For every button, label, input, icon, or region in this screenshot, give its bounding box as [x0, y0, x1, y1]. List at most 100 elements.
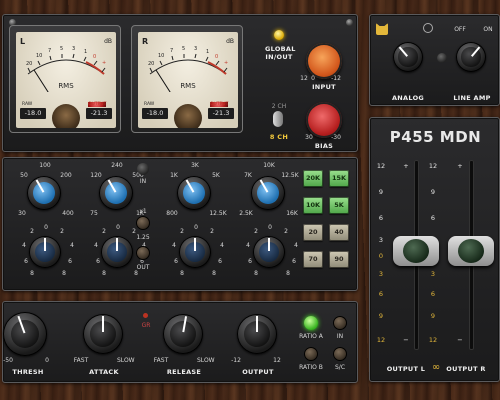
eq-gain-tick: 6	[248, 258, 252, 265]
eq-filter-button[interactable]: 40	[329, 224, 349, 241]
input-left-mark: 12	[300, 75, 308, 82]
eq-gain-tick: 6	[174, 258, 178, 265]
fader-handle-left[interactable]	[393, 236, 439, 266]
fader-scale-tick: 9	[378, 312, 384, 320]
eq-in-label: IN	[139, 178, 147, 185]
eq-freq-left: 120	[90, 172, 102, 179]
fader-scale-tick: 12	[376, 336, 386, 344]
eq-gain-tick: 6	[292, 258, 296, 265]
eq-out-label: OUT	[136, 264, 150, 271]
eq-gain-tick: 2	[30, 228, 34, 235]
eq-gain-tick: 8	[30, 270, 34, 277]
eq-gain-tick: 2	[254, 228, 258, 235]
eq-frequency-knob[interactable]	[99, 176, 133, 210]
eq-filter-button[interactable]: 15K	[329, 170, 349, 187]
eq-frequency-knob[interactable]	[27, 176, 61, 210]
vu-needle-hub	[174, 104, 202, 128]
output-r-label: OUTPUT R	[446, 365, 486, 373]
screw	[346, 19, 353, 26]
eq-gain-tick: 0	[44, 224, 48, 231]
eq-filter-button[interactable]: 70	[303, 251, 323, 268]
ratio-a-button[interactable]	[304, 316, 318, 330]
eq-gain-tick: 8	[212, 270, 216, 277]
bias-knob[interactable]	[306, 102, 342, 138]
eq-gain-tick: 8	[180, 270, 184, 277]
eq-filter-button[interactable]: 20	[303, 224, 323, 241]
fader-scale-tick: 12	[428, 162, 438, 170]
eq-frequency-knob[interactable]	[177, 176, 211, 210]
vu-face: L dB 20 10 7 5 3 1 0 + RMS RAW OUTPUT -1…	[16, 32, 116, 128]
eq-filter-button[interactable]: 5K	[329, 197, 349, 214]
meter-panel: L dB 20 10 7 5 3 1 0 + RMS RAW OUTPUT -1…	[2, 14, 358, 152]
svg-text:5: 5	[182, 46, 185, 52]
eq-filter-button[interactable]: 20K	[303, 170, 323, 187]
fader-handle-right[interactable]	[448, 236, 494, 266]
thresh-label: THRESH	[12, 368, 44, 376]
eq-gain-knob[interactable]	[29, 236, 61, 268]
eq-gain-knob[interactable]	[101, 236, 133, 268]
eq-gain-tick: 4	[172, 242, 176, 249]
input-knob[interactable]	[306, 43, 342, 79]
eq-frequency-knob[interactable]	[251, 176, 285, 210]
eq-panel: 1005020030400022446688240120500751K02244…	[2, 157, 358, 291]
comp-output-max-label: 12	[273, 357, 281, 364]
svg-text:0: 0	[93, 54, 96, 60]
eq-gain-knob[interactable]	[179, 236, 211, 268]
ratio-b-button[interactable]	[304, 347, 318, 361]
on-label: ON	[483, 26, 493, 33]
channel-mode-bottom-label: 8 CH	[269, 133, 289, 141]
eq-in-led[interactable]	[137, 163, 149, 175]
vu-needle-hub	[52, 104, 80, 128]
eq-gain-tick: 2	[102, 228, 106, 235]
ratio-a-label: RATIO A	[299, 333, 323, 340]
fader-scale-tick: 9	[378, 188, 384, 196]
bias-label: BIAS	[314, 142, 334, 150]
eq-gain-knob[interactable]	[253, 236, 285, 268]
fader-scale-tick: 6	[378, 214, 384, 222]
logo-icon	[376, 23, 388, 35]
comp-in-button[interactable]	[333, 316, 347, 330]
global-label-line1: GLOBAL	[265, 45, 296, 53]
eq-filter-button[interactable]: 90	[329, 251, 349, 268]
channel-mode-switch[interactable]	[269, 111, 289, 129]
analog-panel: OFF ON ANALOG LINE AMP	[369, 14, 500, 106]
analog-led	[437, 53, 447, 63]
line-amp-switch[interactable]	[456, 42, 486, 72]
link-icon[interactable]: ∞	[429, 362, 443, 373]
eq-gain-tick: 4	[220, 242, 224, 249]
analog-knob[interactable]	[393, 42, 423, 72]
threshold-knob[interactable]	[3, 312, 47, 356]
eq-gain-tick: 6	[24, 258, 28, 265]
comp-output-knob[interactable]	[237, 314, 277, 354]
svg-text:20: 20	[148, 61, 154, 67]
line-amp-label: LINE AMP	[453, 94, 491, 102]
q-switch[interactable]	[136, 216, 150, 230]
fader-scale-tick: −	[457, 336, 463, 344]
release-knob[interactable]	[163, 314, 203, 354]
analog-label: ANALOG	[391, 94, 425, 102]
gr-label: GR	[141, 322, 151, 329]
sidechain-button[interactable]	[333, 347, 347, 361]
eq-freq-br: 400	[62, 210, 74, 217]
eq-freq-left: 1K	[170, 172, 178, 179]
eq-out-button[interactable]	[136, 246, 150, 260]
svg-text:+: +	[224, 60, 228, 66]
compressor-panel: -50 0 THRESH FAST SLOW ATTACK GR FAST SL…	[2, 301, 358, 383]
svg-text:3: 3	[72, 46, 75, 52]
eq-gain-tick: 2	[60, 228, 64, 235]
eq-gain-tick: 4	[294, 242, 298, 249]
eq-gain-tick: 8	[102, 270, 106, 277]
release-min-label: FAST	[153, 357, 169, 364]
brand-title: P455 MDN	[389, 128, 482, 146]
global-inout-led[interactable]	[274, 30, 284, 40]
vu-meter-right: R dB 20 10 7 5 3 1 0 + RMS RAW OUTPUT -1…	[131, 25, 243, 133]
input-min-label: 0	[311, 75, 315, 82]
output-value-readout: -21.3	[208, 108, 234, 119]
raw-value-readout: -18.0	[142, 108, 168, 119]
svg-text:0: 0	[215, 54, 218, 60]
attack-knob[interactable]	[83, 314, 123, 354]
eq-gain-tick: 6	[218, 258, 222, 265]
output-caption: OUTPUT	[210, 102, 229, 107]
eq-gain-tick: 0	[116, 224, 120, 231]
eq-filter-button[interactable]: 10K	[303, 197, 323, 214]
